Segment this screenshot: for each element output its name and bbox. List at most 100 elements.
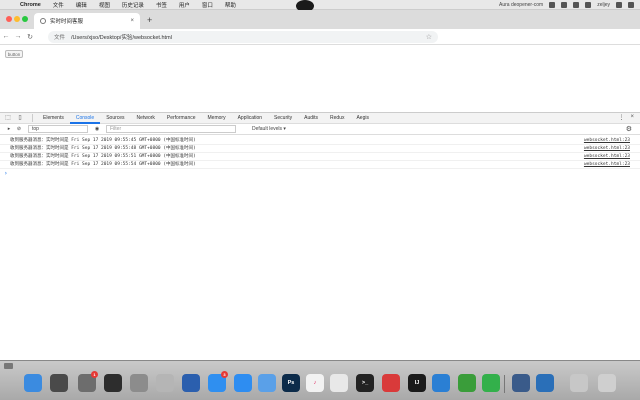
menu-item-window[interactable]: 窗口 — [202, 1, 213, 9]
window-zoom-button[interactable] — [22, 16, 28, 22]
globe-icon — [40, 18, 46, 24]
toolbar: ← → ↻ 文件 /Users/xjso/Desktop/实验/websocke… — [0, 29, 640, 68]
address-bar[interactable]: 文件 /Users/xjso/Desktop/实验/websocket.html… — [48, 31, 438, 43]
chrome-icon[interactable] — [330, 374, 348, 392]
divider — [32, 114, 33, 122]
menu-app-name[interactable]: Chrome — [20, 2, 41, 8]
launchpad-icon[interactable] — [50, 374, 68, 392]
page-viewport: button — [0, 45, 640, 112]
user-name[interactable]: zeljey — [597, 2, 610, 8]
terminal-icon[interactable]: >_ — [356, 374, 374, 392]
log-message: 收到服务器消息：实时时间是 Fri Sep 17 2019 09:55:51 G… — [10, 154, 196, 159]
devtools-tab-sources[interactable]: Sources — [100, 113, 130, 124]
devtools-tab-application[interactable]: Application — [232, 113, 268, 124]
new-tab-button[interactable]: + — [147, 15, 152, 25]
photoshop-icon[interactable]: Ps — [282, 374, 300, 392]
screen-app-icon[interactable] — [512, 374, 530, 392]
wechat-icon[interactable] — [482, 374, 500, 392]
log-levels-label: Default levels ▾ — [252, 126, 286, 132]
notification-badge: 1 — [91, 371, 98, 378]
spotlight-icon[interactable] — [616, 2, 622, 8]
bookmark-star-icon[interactable]: ☆ — [426, 33, 432, 41]
document-viewer-icon[interactable] — [570, 374, 588, 392]
safari-icon[interactable] — [234, 374, 252, 392]
context-selector[interactable]: top — [28, 125, 88, 133]
page-button[interactable]: button — [5, 50, 23, 58]
console-filter-input[interactable]: Filter — [106, 125, 236, 133]
devtools-tab-security[interactable]: Security — [268, 113, 298, 124]
menu-item-view[interactable]: 视图 — [99, 1, 110, 9]
compass-icon[interactable] — [182, 374, 200, 392]
netease-music-icon[interactable] — [382, 374, 400, 392]
gear-icon[interactable]: ⚙ — [626, 125, 632, 133]
log-message: 收到服务器消息：实时时间是 Fri Sep 17 2019 09:55:54 G… — [10, 162, 196, 167]
devtools-panel: ⬚ ▯ Elements Console Sources Network Per… — [0, 112, 640, 360]
inspect-element-icon[interactable]: ⬚ — [4, 115, 12, 122]
battery-icon[interactable] — [573, 2, 580, 8]
devtools-tab-performance[interactable]: Performance — [161, 113, 202, 124]
context-value: top — [32, 126, 39, 132]
menu-item-file[interactable]: 文件 — [53, 1, 64, 9]
clock-icon[interactable] — [585, 2, 592, 8]
devtools-tab-console[interactable]: Console — [69, 113, 101, 124]
intellij-icon[interactable]: IJ — [408, 374, 426, 392]
devtools-tab-redux[interactable]: Redux — [324, 113, 350, 124]
terminal-label: >_ — [361, 380, 369, 386]
reload-icon[interactable]: ↻ — [24, 33, 36, 41]
window-close-button[interactable] — [6, 16, 12, 22]
image-capture-icon[interactable] — [130, 374, 148, 392]
screen-record-icon[interactable] — [4, 363, 13, 369]
status-text: Aura deopener-com — [499, 2, 544, 8]
log-source-link[interactable]: websocket.html:23 — [584, 137, 630, 144]
console-prompt[interactable]: › — [0, 169, 640, 179]
app-store-icon[interactable]: 3 — [208, 371, 228, 392]
finder-icon[interactable] — [24, 374, 42, 392]
browser-tab[interactable]: 实时时间客服 × — [34, 13, 140, 29]
system-preferences-icon[interactable]: 1 — [78, 371, 98, 392]
menu-item-help[interactable]: 帮助 — [225, 1, 236, 9]
notification-badge: 3 — [221, 371, 228, 378]
log-source-link[interactable]: websocket.html:23 — [584, 145, 630, 152]
trash-icon[interactable] — [598, 374, 616, 392]
sidebar-toggle-icon[interactable]: ▸ — [4, 126, 14, 132]
close-devtools-icon[interactable]: × — [630, 114, 634, 121]
photoshop-label: Ps — [287, 380, 295, 386]
log-source-link[interactable]: websocket.html:23 — [584, 161, 630, 168]
more-tools-icon[interactable]: ⋮ — [618, 114, 624, 121]
forward-arrow-icon[interactable]: → — [12, 33, 24, 40]
menu-item-people[interactable]: 用户 — [179, 1, 190, 9]
menu-item-history[interactable]: 历史记录 — [122, 1, 144, 9]
window-minimize-button[interactable] — [14, 16, 20, 22]
back-arrow-icon[interactable]: ← — [0, 33, 12, 40]
tab-close-icon[interactable]: × — [130, 18, 134, 24]
devtools-tab-elements[interactable]: Elements — [37, 113, 70, 124]
devtools-tab-network[interactable]: Network — [131, 113, 161, 124]
devtools-controls: ⋮ × — [618, 114, 634, 121]
status-tray: Aura deopener-com zeljey — [499, 0, 634, 10]
notification-center-icon[interactable] — [628, 2, 634, 8]
device-toolbar-icon[interactable]: ▯ — [16, 115, 24, 122]
macos-dock: 1 3 Ps ♪ >_ IJ — [0, 360, 640, 400]
wechat-dev-icon[interactable] — [458, 374, 476, 392]
music-icon[interactable]: ♪ — [306, 374, 324, 392]
log-message: 收到服务器消息：实时时间是 Fri Sep 17 2019 09:55:45 G… — [10, 138, 196, 143]
console-log-row: 收到服务器消息：实时时间是 Fri Sep 17 2019 09:55:45 G… — [0, 137, 640, 145]
eye-icon[interactable]: ◉ — [92, 126, 102, 132]
log-source-link[interactable]: websocket.html:23 — [584, 153, 630, 160]
menu-item-edit[interactable]: 编辑 — [76, 1, 87, 9]
devtools-tab-memory[interactable]: Memory — [202, 113, 232, 124]
wifi-icon[interactable] — [549, 2, 556, 8]
console-log-row: 收到服务器消息：实时时间是 Fri Sep 17 2019 09:55:48 G… — [0, 145, 640, 153]
clear-console-icon[interactable]: ⊘ — [14, 126, 24, 132]
volume-icon[interactable] — [561, 2, 568, 8]
log-message: 收到服务器消息：实时时间是 Fri Sep 17 2019 09:55:48 G… — [10, 146, 196, 151]
menu-item-bookmarks[interactable]: 书签 — [156, 1, 167, 9]
browser-icon[interactable] — [258, 374, 276, 392]
activity-monitor-icon[interactable] — [104, 374, 122, 392]
quicktime-icon[interactable] — [536, 374, 554, 392]
notes-stack-icon[interactable] — [156, 374, 174, 392]
vscode-icon[interactable] — [432, 374, 450, 392]
devtools-tab-audits[interactable]: Audits — [298, 113, 324, 124]
devtools-tab-aegis[interactable]: Aegis — [350, 113, 375, 124]
log-levels-dropdown[interactable]: Default levels ▾ — [248, 125, 290, 133]
